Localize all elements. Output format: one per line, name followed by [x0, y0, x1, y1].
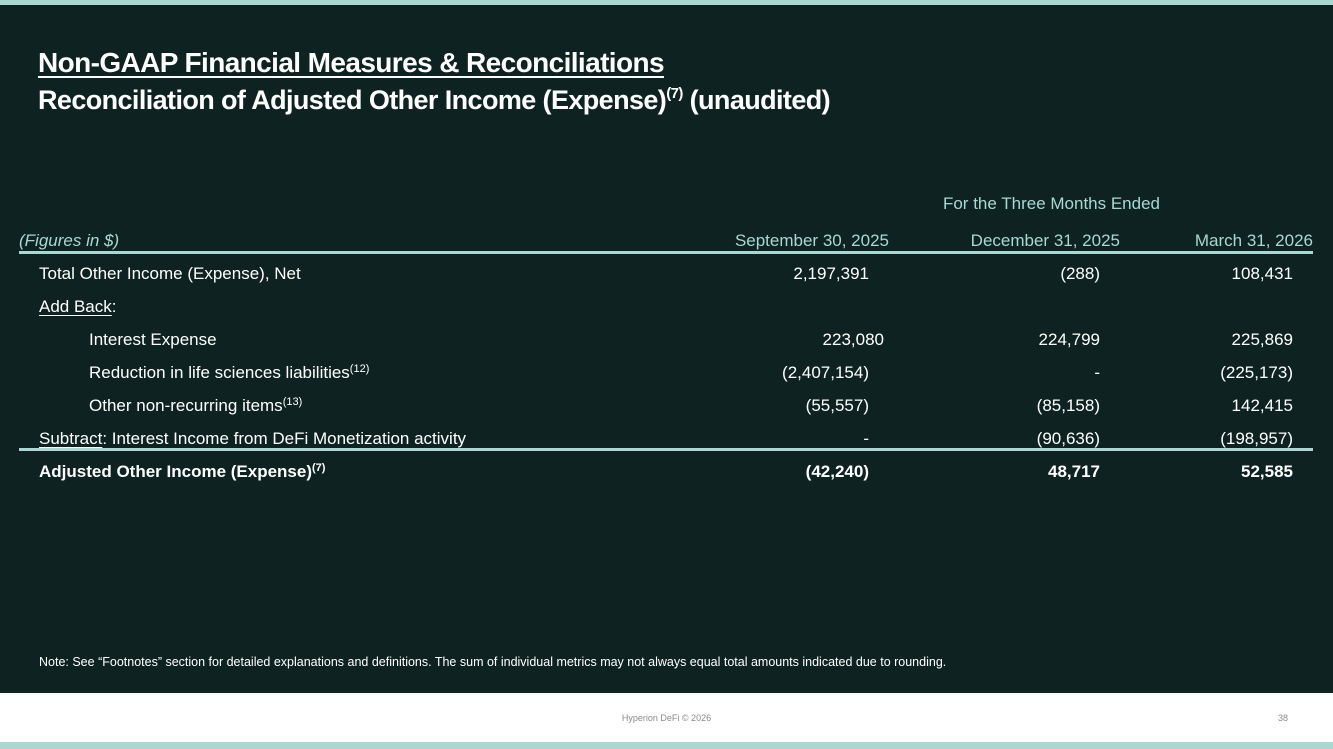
add-back-colon: : — [111, 297, 117, 316]
subtitle-suffix: (unaudited) — [682, 85, 831, 115]
subtitle-footnote: (7) — [666, 85, 683, 102]
footer-company: Hyperion DeFi © 2026 — [621, 713, 712, 723]
subtract-label: Subtract — [39, 429, 103, 448]
row-value-dec-2025: (288) — [1060, 264, 1100, 283]
row-value-mar-2026: 52,585 — [1241, 462, 1293, 481]
table-row: Other non-recurring items(13) (55,557) (… — [0, 396, 1333, 420]
row-label: Reduction in life sciences liabilities(1… — [89, 363, 369, 383]
row-value-mar-2026: (225,173) — [1220, 363, 1293, 382]
row-value-dec-2025: - — [1094, 363, 1100, 382]
row-value-sep-2025: (42,240) — [805, 462, 869, 481]
row-label: Add Back: — [39, 297, 117, 317]
row-footnote: (13) — [282, 396, 303, 408]
column-header-sep-2025: September 30, 2025 — [734, 231, 889, 250]
row-label: Adjusted Other Income (Expense)(7) — [39, 462, 325, 482]
column-header-mar-2026: March 31, 2026 — [1194, 231, 1313, 250]
table-row-total: Adjusted Other Income (Expense)(7) (42,2… — [0, 462, 1333, 486]
slide-title: Non-GAAP Financial Measures & Reconcilia… — [38, 47, 665, 78]
table-row: Interest Expense 223,080 224,799 225,869 — [0, 330, 1333, 354]
row-label: Total Other Income (Expense), Net — [39, 264, 301, 283]
row-value-mar-2026: 225,869 — [1231, 330, 1293, 349]
row-value-dec-2025: 224,799 — [1038, 330, 1100, 349]
row-label-text: Adjusted Other Income (Expense) — [39, 462, 312, 481]
units-label: (Figures in $) — [19, 231, 120, 250]
rounding-note: Note: See “Footnotes” section for detail… — [39, 655, 947, 669]
table-row: Add Back: — [0, 297, 1333, 321]
header-rule — [19, 251, 1313, 254]
add-back-label: Add Back — [39, 297, 112, 316]
slide: Non-GAAP Financial Measures & Reconcilia… — [0, 5, 1333, 693]
row-value-sep-2025: (55,557) — [805, 396, 869, 415]
row-value-sep-2025: 2,197,391 — [793, 264, 869, 283]
row-value-mar-2026: 142,415 — [1231, 396, 1293, 415]
row-label-text: Reduction in life sciences liabilities — [89, 363, 350, 382]
row-label: Interest Expense — [89, 330, 217, 349]
row-footnote: (7) — [312, 462, 326, 474]
row-value-dec-2025: (85,158) — [1036, 396, 1100, 415]
footer: Hyperion DeFi © 2026 38 — [0, 693, 1333, 742]
table-header-row: (Figures in $) September 30, 2025 Decemb… — [0, 231, 1333, 253]
row-footnote: (12) — [349, 363, 370, 375]
bottom-accent-stripe — [0, 742, 1333, 749]
row-label-text: Other non-recurring items — [89, 396, 283, 415]
row-value-dec-2025: (90,636) — [1036, 429, 1100, 448]
total-rule — [19, 448, 1313, 451]
row-value-mar-2026: 108,431 — [1231, 264, 1293, 283]
subtract-label-rest: : Interest Income from DeFi Monetization… — [102, 429, 467, 448]
row-value-mar-2026: (198,957) — [1220, 429, 1293, 448]
row-value-sep-2025: - — [863, 429, 869, 448]
row-value-dec-2025: 48,717 — [1048, 462, 1100, 481]
period-header: For the Three Months Ended — [942, 194, 1161, 213]
table-row: Total Other Income (Expense), Net 2,197,… — [0, 264, 1333, 288]
row-label: Subtract: Interest Income from DeFi Mone… — [39, 429, 466, 449]
slide-subtitle: Reconciliation of Adjusted Other Income … — [38, 85, 831, 116]
row-value-sep-2025: 223,080 — [822, 330, 884, 349]
column-header-dec-2025: December 31, 2025 — [970, 231, 1120, 250]
subtitle-main: Reconciliation of Adjusted Other Income … — [38, 85, 667, 115]
row-value-sep-2025: (2,407,154) — [782, 363, 869, 382]
page-number: 38 — [1277, 713, 1288, 723]
row-label: Other non-recurring items(13) — [89, 396, 302, 416]
table-row: Reduction in life sciences liabilities(1… — [0, 363, 1333, 387]
